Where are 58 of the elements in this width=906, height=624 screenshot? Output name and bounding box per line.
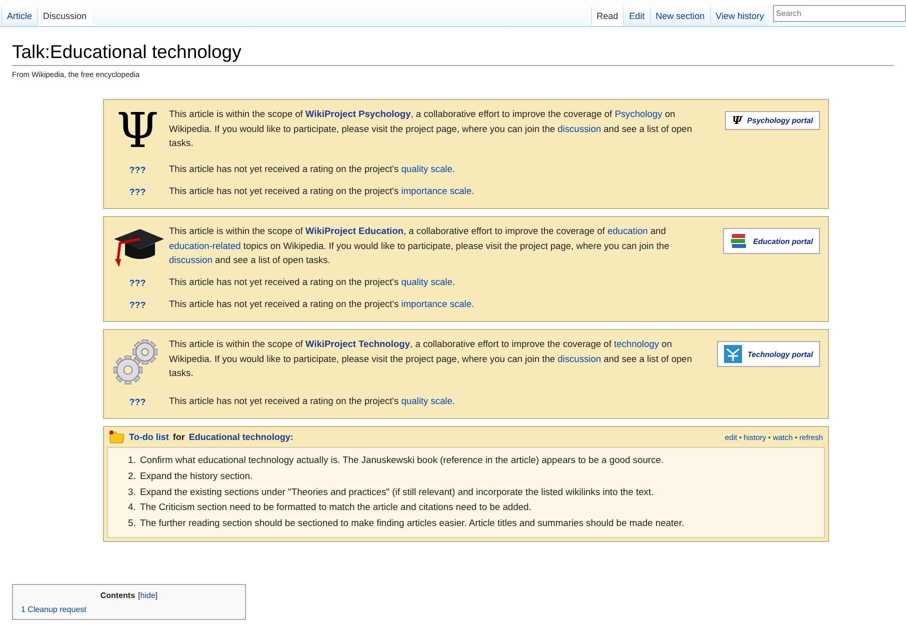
todo-item: Confirm what educational technology actually is. The Januskewski book (reference in the article) appears to be a good source. [140, 453, 664, 467]
list-number: 4. [128, 500, 137, 514]
link[interactable]: discussion [558, 124, 602, 134]
psi-icon: Ψ [732, 115, 742, 126]
link[interactable]: WikiProject Technology [305, 339, 410, 349]
tab[interactable]: New section [650, 7, 710, 26]
link[interactable]: quality scale [401, 164, 452, 174]
todo-item: Expand the existing sections under "Theories and practices" (if still relevant) and incorporate the listed wikilinks into the text. [140, 484, 654, 499]
tab[interactable]: Article [1, 7, 38, 26]
banner-text: This article is within the scope of WikiProject Education, a collaborative effort to improve the coverage of education and education-related topics on Wikipedia. If you would like to participate, please visit the project page, where you can join the discussion and see a list of open tasks. [169, 225, 670, 267]
link[interactable]: education-related [169, 240, 241, 250]
rating-link[interactable]: ??? [129, 300, 146, 310]
banner-text: This article is within the scope of WikiProject Technology, a collaborative effort to improve the coverage of technology on Wikipedia. If you would like to participate, please visit the project page, where you can join the discussion and see a list of open tasks. [169, 338, 694, 380]
rating-link[interactable]: ??? [129, 397, 146, 407]
link[interactable]: education [607, 226, 648, 236]
banner-text: This article is within the scope of WikiProject Psychology, a collaborative effort to improve the coverage of Psychology on Wikipedia. If you would like to participate, please visit the project page, where you can join the discussion and see a list of open tasks. [169, 108, 694, 150]
tab[interactable]: Discussion [37, 7, 92, 26]
link[interactable]: importance scale [401, 298, 472, 309]
link[interactable]: discussion [169, 255, 212, 265]
list-number: 1. [128, 453, 137, 467]
todo-item: The further reading section should be sectioned to make finding articles easier. Article titles and summaries should be made neater. [140, 516, 684, 530]
contents-title: Contents [100, 590, 136, 601]
rating-link[interactable]: ??? [129, 165, 146, 175]
link[interactable]: technology [614, 339, 659, 349]
hide-toggle: [hide] [138, 590, 158, 601]
technology-icon [724, 345, 742, 363]
rating-link[interactable]: ??? [129, 278, 146, 288]
heading-text: for [172, 432, 185, 442]
tab[interactable]: Read [590, 7, 624, 26]
tab[interactable]: View history [710, 7, 769, 26]
link[interactable]: Psychology [614, 109, 662, 119]
link[interactable]: quality scale [401, 276, 452, 287]
link[interactable]: WikiProject Psychology [305, 109, 411, 119]
todo-item: Expand the history section. [140, 468, 253, 483]
link[interactable]: WikiProject Education [305, 226, 404, 236]
psi-icon: Ψ [116, 106, 159, 156]
link[interactable]: quality scale [401, 396, 452, 406]
rating-text: This article has not yet received a rating on the project's importance scale. [169, 298, 476, 311]
link[interactable]: Educational technology: [188, 432, 294, 442]
rating-link[interactable]: ??? [129, 187, 146, 197]
link[interactable]: discussion [558, 354, 602, 364]
list-number: 3. [128, 484, 137, 499]
list-number: 5. [128, 516, 137, 530]
page-title: Talk:Educational technology [12, 41, 894, 66]
folder-icon [109, 430, 125, 444]
list-number: 2. [128, 468, 137, 483]
search-field[interactable]: Search [773, 5, 906, 22]
rating-text: This article has not yet received a rating on the project's quality scale. [169, 276, 456, 289]
link[interactable]: To-do list [129, 432, 169, 442]
rating-text: This article has not yet received a rating on the project's importance scale. [169, 184, 476, 198]
link[interactable]: importance scale [401, 186, 472, 196]
books-icon [730, 232, 748, 250]
rating-text: This article has not yet received a rating on the project's quality scale. [169, 162, 456, 176]
todo-item: The Criticism section need to be formatted to match the article and citations need to be added. [140, 500, 532, 514]
link[interactable]: hide [140, 590, 156, 600]
tab[interactable]: Edit [623, 7, 650, 26]
rating-text: This article has not yet received a rating on the project's quality scale. [169, 394, 456, 408]
contents-link[interactable]: 1 Cleanup request [21, 604, 237, 615]
